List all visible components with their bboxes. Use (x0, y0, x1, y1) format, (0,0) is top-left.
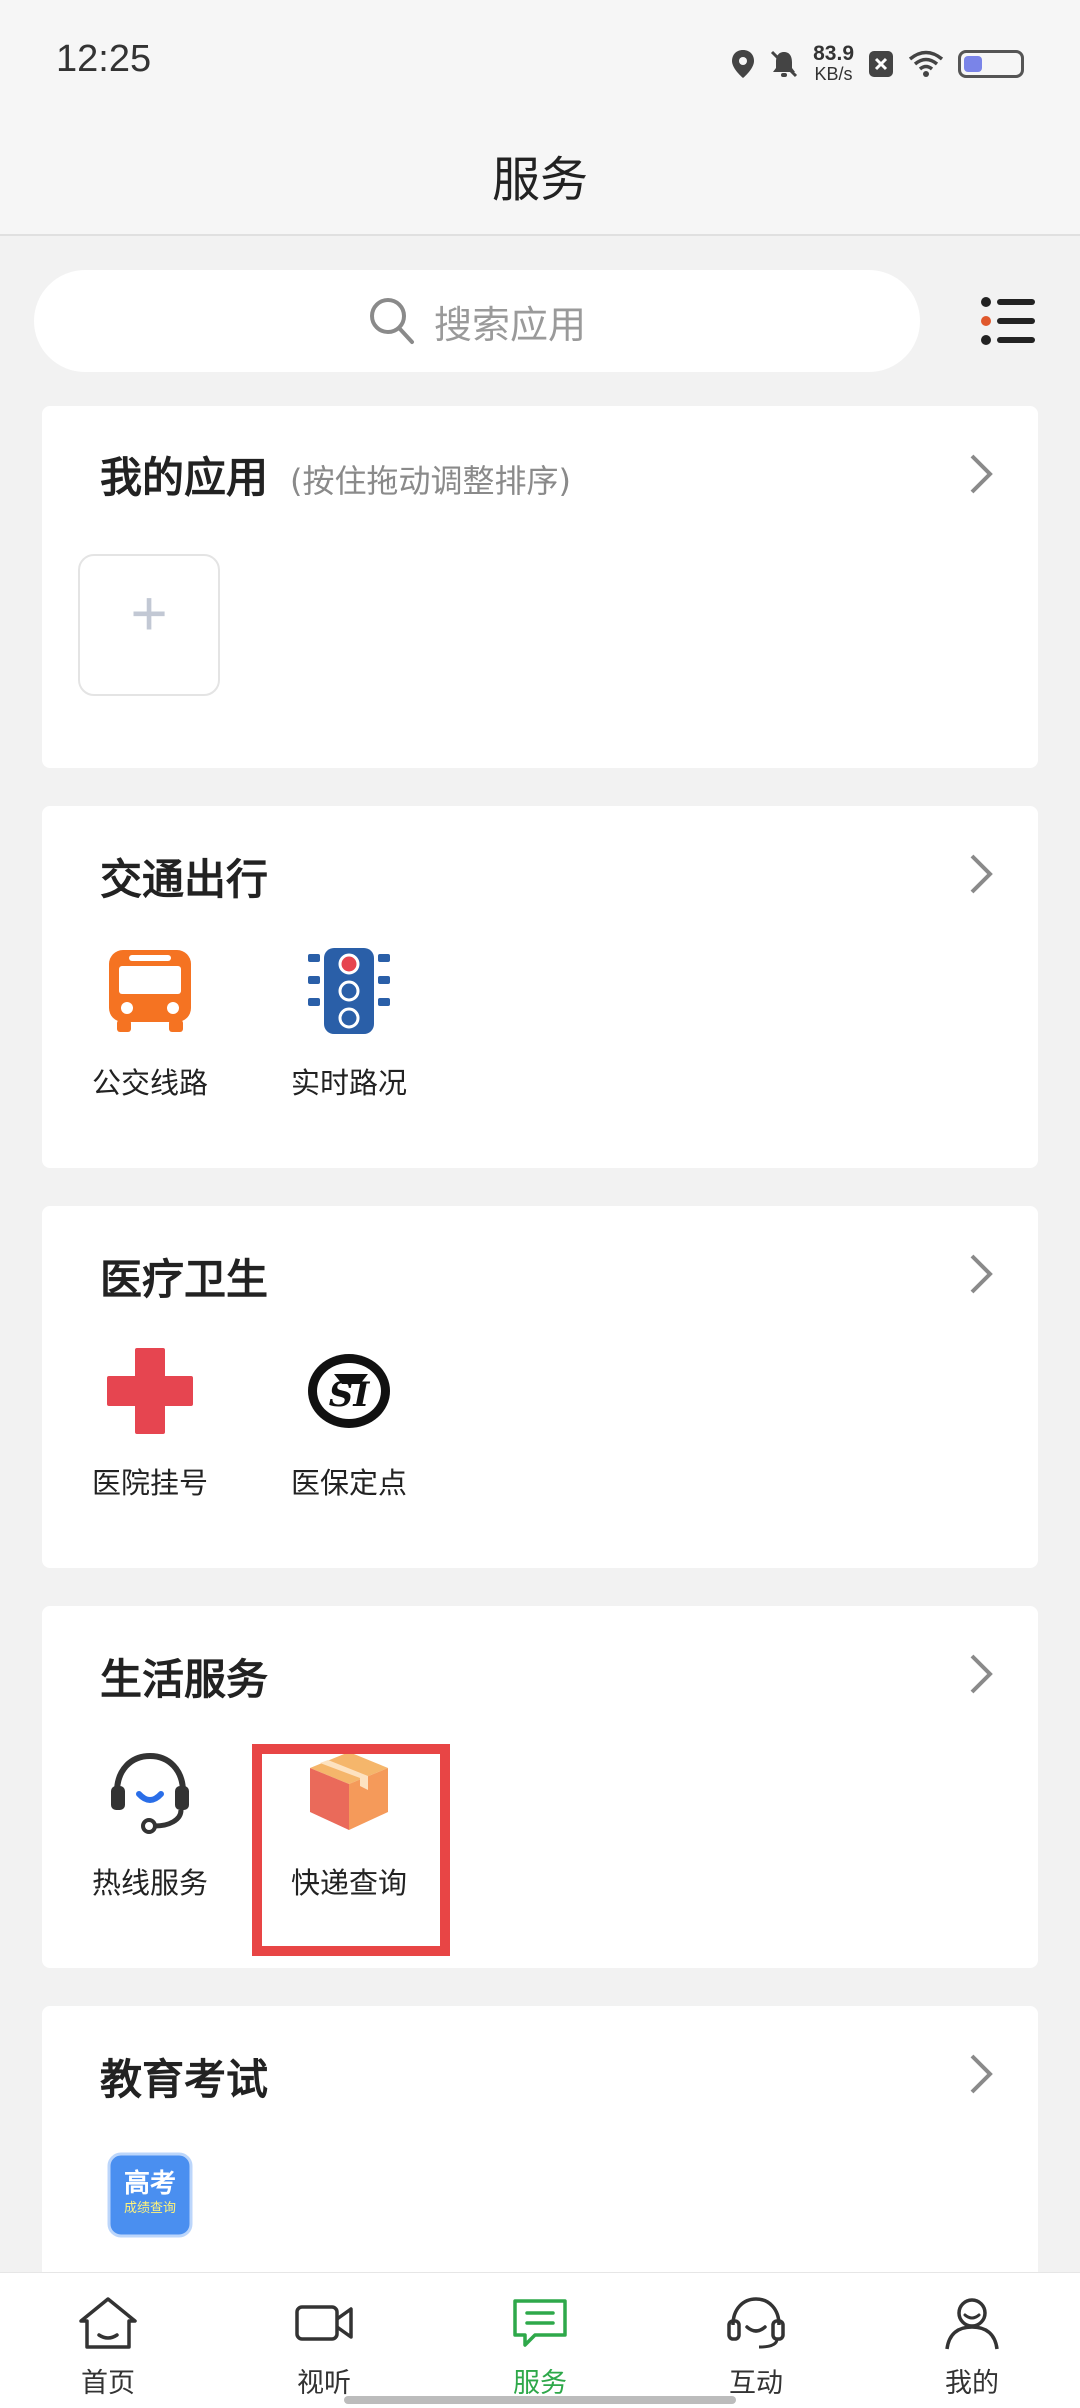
search-input[interactable]: 搜索应用 (34, 270, 920, 372)
app-insurance-points[interactable]: SI 医保定点 (269, 1348, 429, 1528)
app-hospital-registration[interactable]: 医院挂号 (70, 1348, 230, 1528)
section-title: 生活服务 (100, 1655, 269, 1704)
user-icon (945, 2298, 999, 2350)
chevron-right-icon[interactable] (966, 852, 996, 896)
traffic-light-icon (308, 948, 390, 1034)
add-app-button[interactable]: + (78, 554, 220, 696)
headset-icon (111, 1752, 189, 1834)
medical-cross-icon (107, 1348, 193, 1434)
title-bar: 服务 (0, 100, 1080, 236)
nav-label: 互动 (729, 2368, 783, 2399)
message-icon (513, 2299, 567, 2347)
battery-fill (964, 56, 982, 72)
list-menu-icon[interactable] (980, 296, 1036, 346)
close-box-icon (869, 51, 893, 77)
nav-label: 服务 (513, 2368, 567, 2399)
social-insurance-icon: SI (308, 1354, 390, 1428)
net-speed: 83.9 KB/s (813, 42, 854, 84)
my-apps-card: 我的应用 (按住拖动调整排序) + (42, 406, 1038, 768)
my-apps-subtitle: (按住拖动调整排序) (290, 462, 571, 500)
battery-icon (958, 50, 1024, 78)
bottom-nav: 首页 视听 服务 互动 我的 (0, 2272, 1080, 2408)
mute-icon (771, 50, 798, 78)
my-apps-title: 我的应用 (按住拖动调整排序) (100, 444, 571, 505)
highlight-box (252, 1744, 450, 1956)
svg-text:SI: SI (329, 1375, 371, 1415)
nav-service[interactable]: 服务 (480, 2295, 600, 2405)
app-label: 公交线路 (91, 1066, 208, 1100)
gaokao-icon: 高考 成绩查询 (107, 2152, 193, 2238)
chevron-right-icon[interactable] (966, 452, 996, 496)
app-label: 医院挂号 (91, 1466, 208, 1500)
section-card-life: 生活服务 热线服务 快递查询 (42, 1606, 1038, 1968)
location-icon (732, 50, 755, 78)
page-title: 服务 (491, 152, 588, 208)
nav-home[interactable]: 首页 (48, 2295, 168, 2405)
nav-media[interactable]: 视听 (264, 2295, 384, 2405)
chevron-right-icon[interactable] (966, 1252, 996, 1296)
net-speed-value: 83.9 (813, 42, 854, 65)
app-label: 热线服务 (91, 1866, 208, 1900)
gaokao-icon-subtext: 成绩查询 (124, 2201, 176, 2216)
section-card-traffic: 交通出行 公交线路 实时路况 (42, 806, 1038, 1168)
net-speed-unit: KB/s (814, 64, 853, 84)
home-icon (79, 2297, 137, 2349)
section-card-medical: 医疗卫生 医院挂号 SI 医保定点 (42, 1206, 1038, 1568)
my-apps-title-text: 我的应用 (100, 453, 269, 502)
home-indicator[interactable] (344, 2396, 736, 2404)
wifi-icon (908, 50, 944, 77)
status-icons: 83.9 KB/s (731, 36, 1024, 92)
app-realtime-traffic[interactable]: 实时路况 (269, 948, 429, 1128)
gaokao-icon-text: 高考 (124, 2168, 176, 2199)
video-camera-icon (295, 2305, 353, 2341)
app-label: 实时路况 (290, 1066, 407, 1100)
app-bus-route[interactable]: 公交线路 (70, 948, 230, 1128)
section-title: 交通出行 (100, 855, 269, 904)
search-placeholder: 搜索应用 (433, 302, 586, 347)
bus-icon (109, 950, 191, 1032)
add-icon: + (130, 577, 168, 649)
nav-label: 视听 (297, 2368, 351, 2399)
chevron-right-icon[interactable] (966, 1652, 996, 1696)
app-hotline-service[interactable]: 热线服务 (70, 1748, 230, 1928)
section-title: 教育考试 (100, 2055, 269, 2104)
nav-mine[interactable]: 我的 (912, 2295, 1032, 2405)
search-icon (369, 298, 414, 344)
headset-icon (727, 2297, 785, 2349)
section-title: 医疗卫生 (100, 1255, 269, 1304)
status-time: 12:25 (56, 38, 152, 80)
status-bar: 12:25 83.9 KB/s (0, 0, 1080, 100)
nav-interact[interactable]: 互动 (696, 2295, 816, 2405)
app-label: 医保定点 (290, 1466, 407, 1500)
nav-label: 首页 (81, 2368, 135, 2399)
chevron-right-icon[interactable] (966, 2052, 996, 2096)
nav-label: 我的 (945, 2368, 999, 2399)
